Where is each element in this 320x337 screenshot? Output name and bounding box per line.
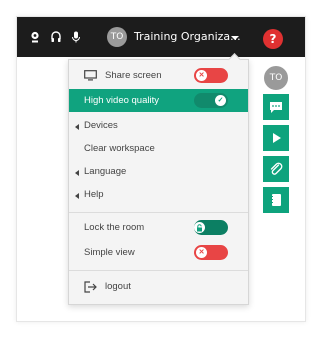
headphones-icon[interactable] xyxy=(51,31,61,43)
chevron-left-icon xyxy=(75,193,79,199)
user-avatar[interactable]: TO xyxy=(263,65,289,91)
check-icon: ✓ xyxy=(215,95,226,106)
share-screen-label: Share screen xyxy=(105,70,162,81)
close-icon: ✕ xyxy=(196,247,207,258)
menu-item-simple-view[interactable]: Simple view ✕ xyxy=(69,242,248,264)
share-screen-toggle[interactable]: ✕ xyxy=(194,68,228,83)
notebook-icon xyxy=(271,194,281,206)
top-bar: TO Training Organiza... ? xyxy=(17,17,305,57)
help-button[interactable]: ? xyxy=(263,29,283,49)
chevron-left-icon xyxy=(75,170,79,176)
monitor-icon xyxy=(84,70,97,81)
menu-item-clear-workspace[interactable]: Clear workspace xyxy=(69,138,248,160)
menu-item-share-screen[interactable]: Share screen ✕ xyxy=(69,65,248,87)
devices-label: Devices xyxy=(84,120,118,131)
settings-dropdown-menu: Share screen ✕ High video quality ✓ Devi… xyxy=(68,53,249,305)
attachment-button[interactable] xyxy=(263,156,289,182)
notebook-button[interactable] xyxy=(263,187,289,213)
lock-the-room-toggle[interactable] xyxy=(194,220,228,235)
menu-item-high-video-quality[interactable]: High video quality ✓ xyxy=(69,89,248,112)
webcam-icon[interactable] xyxy=(30,31,40,43)
menu-divider xyxy=(69,270,248,271)
lock-icon xyxy=(194,222,205,233)
play-icon xyxy=(273,133,281,143)
simple-view-label: Simple view xyxy=(84,247,135,258)
chevron-left-icon xyxy=(75,124,79,130)
logout-icon xyxy=(84,281,97,293)
chat-icon xyxy=(270,102,282,113)
help-label: Help xyxy=(84,189,104,200)
close-icon: ✕ xyxy=(196,70,207,81)
organization-avatar[interactable]: TO xyxy=(107,27,127,47)
menu-item-help[interactable]: Help xyxy=(69,184,248,206)
high-video-quality-label: High video quality xyxy=(84,95,159,106)
lock-the-room-label: Lock the room xyxy=(84,222,145,233)
clear-workspace-label: Clear workspace xyxy=(84,143,155,154)
menu-item-devices[interactable]: Devices xyxy=(69,115,248,137)
paperclip-icon xyxy=(270,162,283,175)
logout-label: logout xyxy=(105,281,131,292)
microphone-icon[interactable] xyxy=(71,31,81,43)
menu-item-lock-the-room[interactable]: Lock the room xyxy=(69,217,248,239)
chevron-down-icon[interactable] xyxy=(231,36,239,40)
simple-view-toggle[interactable]: ✕ xyxy=(194,245,228,260)
language-label: Language xyxy=(84,166,127,177)
menu-divider xyxy=(69,212,248,213)
menu-item-logout[interactable]: logout xyxy=(69,276,248,298)
app-frame: TO Training Organiza... ? TO Share scree… xyxy=(16,16,306,322)
high-video-quality-toggle[interactable]: ✓ xyxy=(194,93,228,108)
organization-name[interactable]: Training Organiza... xyxy=(134,29,241,45)
play-button[interactable] xyxy=(263,125,289,151)
menu-item-language[interactable]: Language xyxy=(69,161,248,183)
chat-button[interactable] xyxy=(263,94,289,120)
